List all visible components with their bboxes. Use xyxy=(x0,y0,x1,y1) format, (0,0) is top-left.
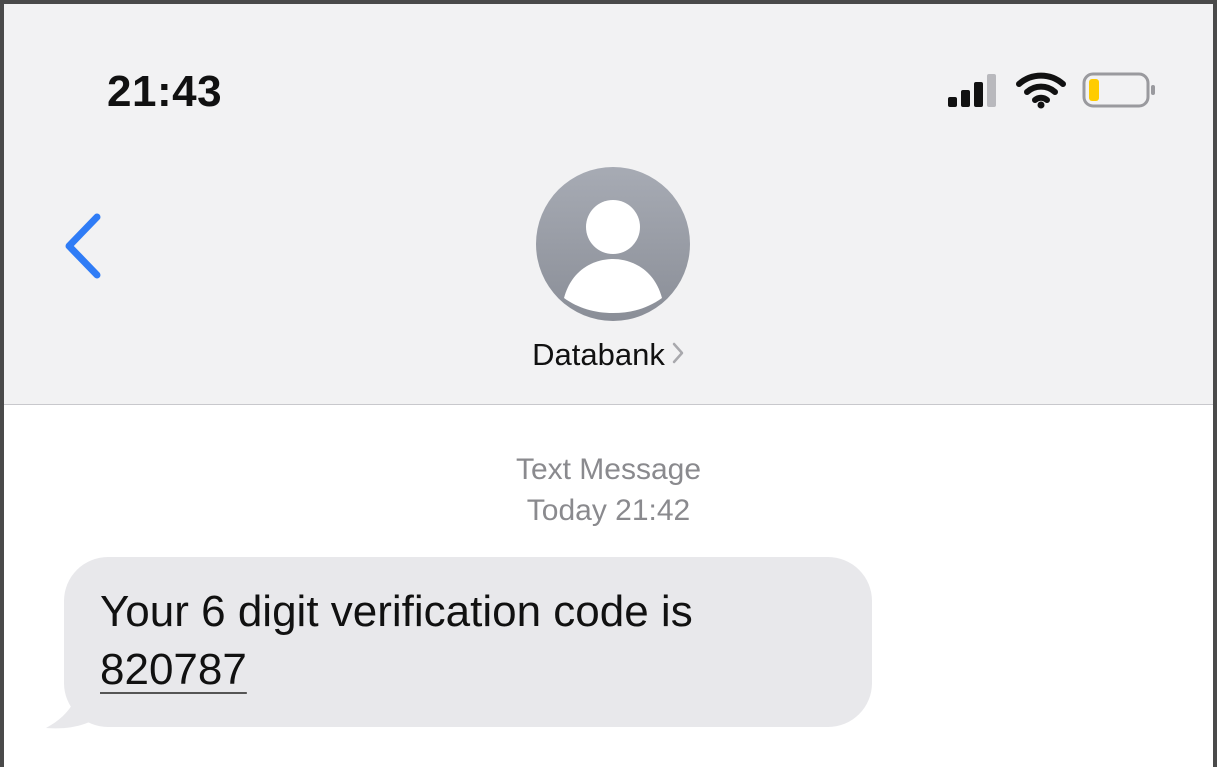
verification-code-link[interactable]: 820787 xyxy=(100,645,247,694)
person-icon xyxy=(564,200,662,313)
signal-icon xyxy=(948,73,1000,112)
chevron-right-icon xyxy=(671,337,685,373)
contact-name-button[interactable]: Databank xyxy=(4,337,1213,373)
wifi-icon xyxy=(1016,71,1066,114)
chevron-left-icon xyxy=(59,213,109,288)
service-label: Text Message xyxy=(515,453,702,486)
contact-avatar[interactable] xyxy=(536,167,690,321)
battery-icon xyxy=(1082,71,1158,114)
contact-name: Databank xyxy=(532,337,665,372)
message-text: Your 6 digit verification code is xyxy=(100,587,693,636)
message-meta: Text Message Today 21:42 xyxy=(4,449,1213,531)
message-timestamp: Today 21:42 xyxy=(526,494,691,527)
back-button[interactable] xyxy=(59,209,109,284)
conversation-header: 21:43 Databank xyxy=(4,4,1213,405)
status-icons xyxy=(948,72,1158,112)
messages-screen: 21:43 Databank Text Message Today 21:42 … xyxy=(0,0,1217,767)
incoming-message-bubble[interactable]: Your 6 digit verification code is 820787 xyxy=(64,557,872,727)
status-time: 21:43 xyxy=(107,67,223,116)
